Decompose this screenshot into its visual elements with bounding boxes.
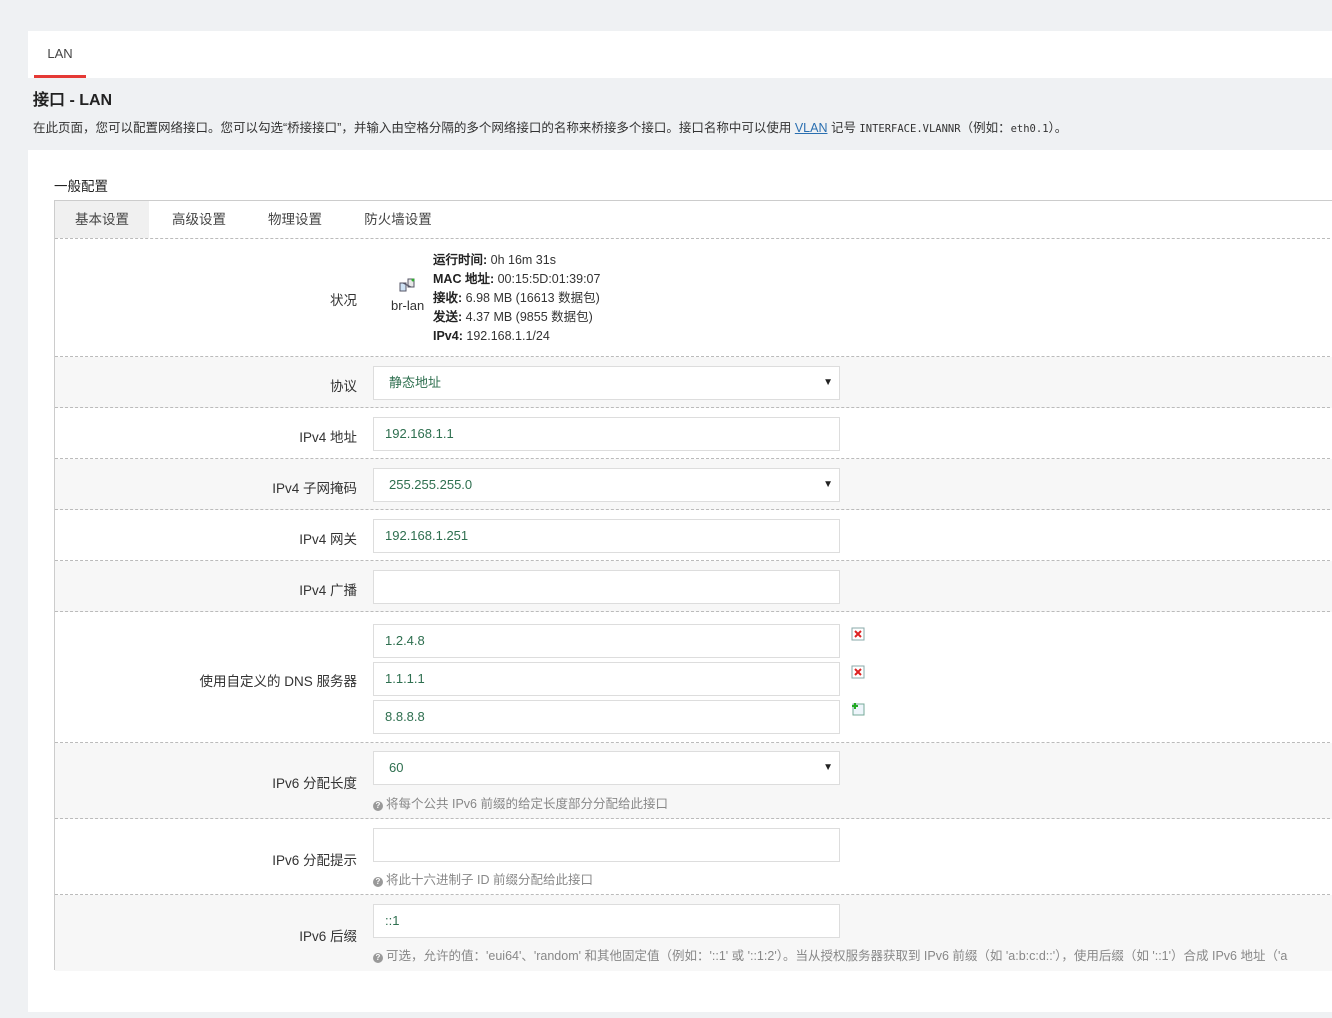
ipv4-value: 192.168.1.1/24 <box>462 329 550 343</box>
protocol-select[interactable]: 静态地址 ▼ <box>373 366 840 400</box>
ipv4-netmask-value: 255.255.255.0 <box>389 477 473 492</box>
desc-text-4: ）。 <box>1048 121 1068 135</box>
ipv6-assign-hint: ? 将每个公共 IPv6 前缀的给定长度部分分配给此接口 <box>373 793 668 812</box>
section-title: 一般配置 <box>54 179 108 194</box>
subtab-bar: 基本设置 高级设置 物理设置 防火墙设置 <box>55 201 1332 239</box>
ipv4-gateway-label: IPv4 网关 <box>299 532 357 547</box>
config-panel: 一般配置 基本设置 高级设置 物理设置 防火墙设置 状况 br-lan 运行时间… <box>28 150 1332 1012</box>
tx-value: 4.37 MB (9855 数据包) <box>462 310 593 324</box>
add-dns-icon[interactable] <box>851 702 865 716</box>
uptime-key: 运行时间: <box>433 253 488 267</box>
chevron-down-icon: ▼ <box>823 479 833 490</box>
uptime-value: 0h 16m 31s <box>487 253 556 267</box>
dns-row: 使用自定义的 DNS 服务器 1.2.4.8 1.1.1.1 8.8.8.8 <box>55 612 1332 743</box>
tab-basic-settings[interactable]: 基本设置 <box>55 201 149 238</box>
remove-dns-icon[interactable] <box>851 665 865 679</box>
protocol-value: 静态地址 <box>389 375 442 390</box>
ipv4-gateway-input[interactable]: 192.168.1.251 <box>373 519 840 553</box>
chevron-down-icon: ▼ <box>823 762 833 773</box>
ipv6-hint-label: IPv6 分配提示 <box>272 853 357 868</box>
ipv6-suffix-hint: ? 可选，允许的值：'eui64'、'random' 和其他固定值（例如：'::1… <box>373 945 1287 964</box>
ipv6-assign-row: IPv6 分配长度 60 ▼ ? 将每个公共 IPv6 前缀的给定长度部分分配给此… <box>55 743 1332 819</box>
desc-text-2: 记号 <box>827 121 860 135</box>
ipv6-assign-select[interactable]: 60 ▼ <box>373 751 840 785</box>
ipv4-netmask-label: IPv4 子网掩码 <box>272 481 357 496</box>
dns-input-2[interactable]: 1.1.1.1 <box>373 662 840 696</box>
dns-input-1[interactable]: 1.2.4.8 <box>373 624 840 658</box>
dns-input-3[interactable]: 8.8.8.8 <box>373 700 840 734</box>
tab-firewall-settings[interactable]: 防火墙设置 <box>353 201 443 238</box>
help-icon: ? <box>373 953 383 963</box>
ipv6-suffix-hint-text: 可选，允许的值：'eui64'、'random' 和其他固定值（例如：'::1'… <box>386 949 1288 963</box>
protocol-row: 协议 静态地址 ▼ <box>55 357 1332 408</box>
ipv6-hint-row: IPv6 分配提示 ? 将此十六进制子 ID 前缀分配给此接口 <box>55 819 1332 895</box>
desc-code-2: eth0.1 <box>1010 123 1049 135</box>
ipv4-key: IPv4: <box>433 329 463 343</box>
status-row: 状况 br-lan 运行时间: 0h 16m 31s MAC 地址: 00:15… <box>55 239 1332 357</box>
page-title: 接口 - LAN <box>33 92 113 109</box>
top-tab-bar: LAN <box>28 31 1332 78</box>
ipv6-hint-help-text: 将此十六进制子 ID 前缀分配给此接口 <box>386 873 593 887</box>
ipv6-hint-input[interactable] <box>373 828 840 862</box>
help-icon: ? <box>373 877 383 887</box>
chevron-down-icon: ▼ <box>823 377 833 388</box>
mac-key: MAC 地址: <box>433 272 495 286</box>
ipv4-broadcast-input[interactable] <box>373 570 840 604</box>
ipv4-broadcast-row: IPv4 广播 <box>55 561 1332 612</box>
top-band <box>0 0 1332 30</box>
ipv6-suffix-input[interactable]: ::1 <box>373 904 840 938</box>
ipv6-assign-value: 60 <box>389 760 404 775</box>
ipv6-assign-hint-text: 将每个公共 IPv6 前缀的给定长度部分分配给此接口 <box>386 797 668 811</box>
ipv6-assign-label: IPv6 分配长度 <box>272 776 357 791</box>
ipv4-gateway-row: IPv4 网关 192.168.1.251 <box>55 510 1332 561</box>
ipv6-hint-help: ? 将此十六进制子 ID 前缀分配给此接口 <box>373 869 593 888</box>
desc-text-1: 在此页面，您可以配置网络接口。您可以勾选“桥接接口”，并输入由空格分隔的多个网络… <box>33 121 795 135</box>
ipv6-suffix-row: IPv6 后缀 ::1 ? 可选，允许的值：'eui64'、'random' 和其… <box>55 895 1332 971</box>
tab-advanced-settings[interactable]: 高级设置 <box>155 201 243 238</box>
page-header: 接口 - LAN 在此页面，您可以配置网络接口。您可以勾选“桥接接口”，并输入由… <box>33 90 1323 138</box>
desc-code-1: INTERFACE.VLANNR <box>859 123 961 135</box>
ipv4-address-label: IPv4 地址 <box>299 430 357 445</box>
ipv4-address-row: IPv4 地址 192.168.1.1 <box>55 408 1332 459</box>
status-device: br-lan <box>391 298 425 313</box>
desc-text-3: （例如： <box>960 121 1011 135</box>
page-description: 在此页面，您可以配置网络接口。您可以勾选“桥接接口”，并输入由空格分隔的多个网络… <box>33 119 1323 138</box>
remove-dns-icon[interactable] <box>851 627 865 641</box>
status-label: 状况 <box>330 293 357 308</box>
rx-key: 接收: <box>433 291 463 305</box>
help-icon: ? <box>373 801 383 811</box>
tab-physical-settings[interactable]: 物理设置 <box>251 201 339 238</box>
mac-value: 00:15:5D:01:39:07 <box>494 272 601 286</box>
config-box: 基本设置 高级设置 物理设置 防火墙设置 状况 br-lan 运行时间: 0h … <box>54 200 1332 971</box>
tab-lan[interactable]: LAN <box>34 31 86 78</box>
ipv6-suffix-label: IPv6 后缀 <box>299 929 357 944</box>
protocol-label: 协议 <box>330 379 357 394</box>
tx-key: 发送: <box>433 310 463 324</box>
ipv4-netmask-select[interactable]: 255.255.255.0 ▼ <box>373 468 840 502</box>
bridge-icon <box>399 278 415 292</box>
status-info: 运行时间: 0h 16m 31s MAC 地址: 00:15:5D:01:39:… <box>433 251 600 346</box>
vlan-link[interactable]: VLAN <box>795 121 828 135</box>
dns-label: 使用自定义的 DNS 服务器 <box>199 674 357 689</box>
rx-value: 6.98 MB (16613 数据包) <box>462 291 600 305</box>
ipv4-address-input[interactable]: 192.168.1.1 <box>373 417 840 451</box>
ipv4-netmask-row: IPv4 子网掩码 255.255.255.0 ▼ <box>55 459 1332 510</box>
ipv4-broadcast-label: IPv4 广播 <box>299 583 357 598</box>
